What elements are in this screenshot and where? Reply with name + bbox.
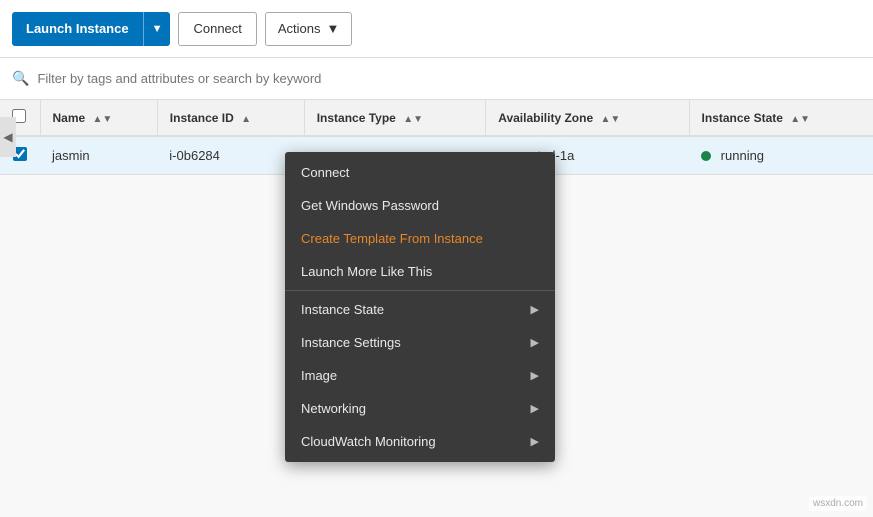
actions-arrow-icon: ▼ (327, 21, 340, 36)
context-cloudwatch-label: CloudWatch Monitoring (301, 434, 436, 449)
row-name: jasmin (40, 136, 157, 174)
context-menu-image[interactable]: Image ▶ (285, 359, 555, 392)
connect-button[interactable]: Connect (178, 12, 256, 46)
context-launch-more-label: Launch More Like This (301, 264, 432, 279)
state-sort-icon[interactable]: ▲▼ (790, 114, 810, 125)
context-menu-separator (285, 290, 555, 291)
context-menu-instance-state[interactable]: Instance State ▶ (285, 293, 555, 326)
context-menu-get-windows-password[interactable]: Get Windows Password (285, 189, 555, 222)
context-menu-networking[interactable]: Networking ▶ (285, 392, 555, 425)
context-networking-label: Networking (301, 401, 366, 416)
context-menu-connect[interactable]: Connect (285, 156, 555, 189)
instance-settings-arrow-icon: ▶ (531, 336, 539, 349)
header-instance-state: Instance State ▲▼ (689, 100, 873, 136)
context-menu-create-template[interactable]: Create Template From Instance (285, 222, 555, 255)
header-instance-id: Instance ID ▲ (157, 100, 304, 136)
context-instance-settings-label: Instance Settings (301, 335, 401, 350)
search-bar: 🔍 (0, 58, 873, 100)
toolbar: Launch Instance ▼ Connect Actions ▼ (0, 0, 873, 58)
instance-type-sort-icon[interactable]: ▲▼ (403, 114, 423, 125)
instance-state-arrow-icon: ▶ (531, 303, 539, 316)
row-instance-id: i-0b6284 (157, 136, 304, 174)
status-dot-icon (701, 151, 711, 161)
search-icon: 🔍 (12, 70, 29, 87)
watermark: wsxdn.com (809, 496, 867, 511)
status-label: running (721, 148, 764, 163)
table-container: ◀ Name ▲▼ Instance ID ▲ Instance Type ▲▼ (0, 100, 873, 175)
context-menu-instance-settings[interactable]: Instance Settings ▶ (285, 326, 555, 359)
header-availability-zone: Availability Zone ▲▼ (486, 100, 689, 136)
context-connect-label: Connect (301, 165, 349, 180)
table-header-row: Name ▲▼ Instance ID ▲ Instance Type ▲▼ A… (0, 100, 873, 136)
az-sort-icon[interactable]: ▲▼ (600, 114, 620, 125)
header-name: Name ▲▼ (40, 100, 157, 136)
instance-id-sort-icon[interactable]: ▲ (241, 114, 251, 125)
name-sort-icon[interactable]: ▲▼ (93, 114, 113, 125)
header-instance-type: Instance Type ▲▼ (304, 100, 486, 136)
launch-instance-button[interactable]: Launch Instance ▼ (12, 12, 170, 46)
launch-instance-dropdown[interactable]: ▼ (143, 12, 171, 46)
context-menu-cloudwatch[interactable]: CloudWatch Monitoring ▶ (285, 425, 555, 458)
context-get-windows-password-label: Get Windows Password (301, 198, 439, 213)
context-create-template-label: Create Template From Instance (301, 231, 483, 246)
actions-label: Actions (278, 21, 321, 36)
search-input[interactable] (37, 71, 861, 86)
context-menu-launch-more[interactable]: Launch More Like This (285, 255, 555, 288)
image-arrow-icon: ▶ (531, 369, 539, 382)
row-instance-state: running (689, 136, 873, 174)
cloudwatch-arrow-icon: ▶ (531, 435, 539, 448)
context-menu: Connect Get Windows Password Create Temp… (285, 152, 555, 462)
context-image-label: Image (301, 368, 337, 383)
collapse-panel-arrow[interactable]: ◀ (0, 117, 16, 157)
launch-instance-main[interactable]: Launch Instance (12, 12, 143, 46)
networking-arrow-icon: ▶ (531, 402, 539, 415)
actions-button[interactable]: Actions ▼ (265, 12, 353, 46)
context-instance-state-label: Instance State (301, 302, 384, 317)
